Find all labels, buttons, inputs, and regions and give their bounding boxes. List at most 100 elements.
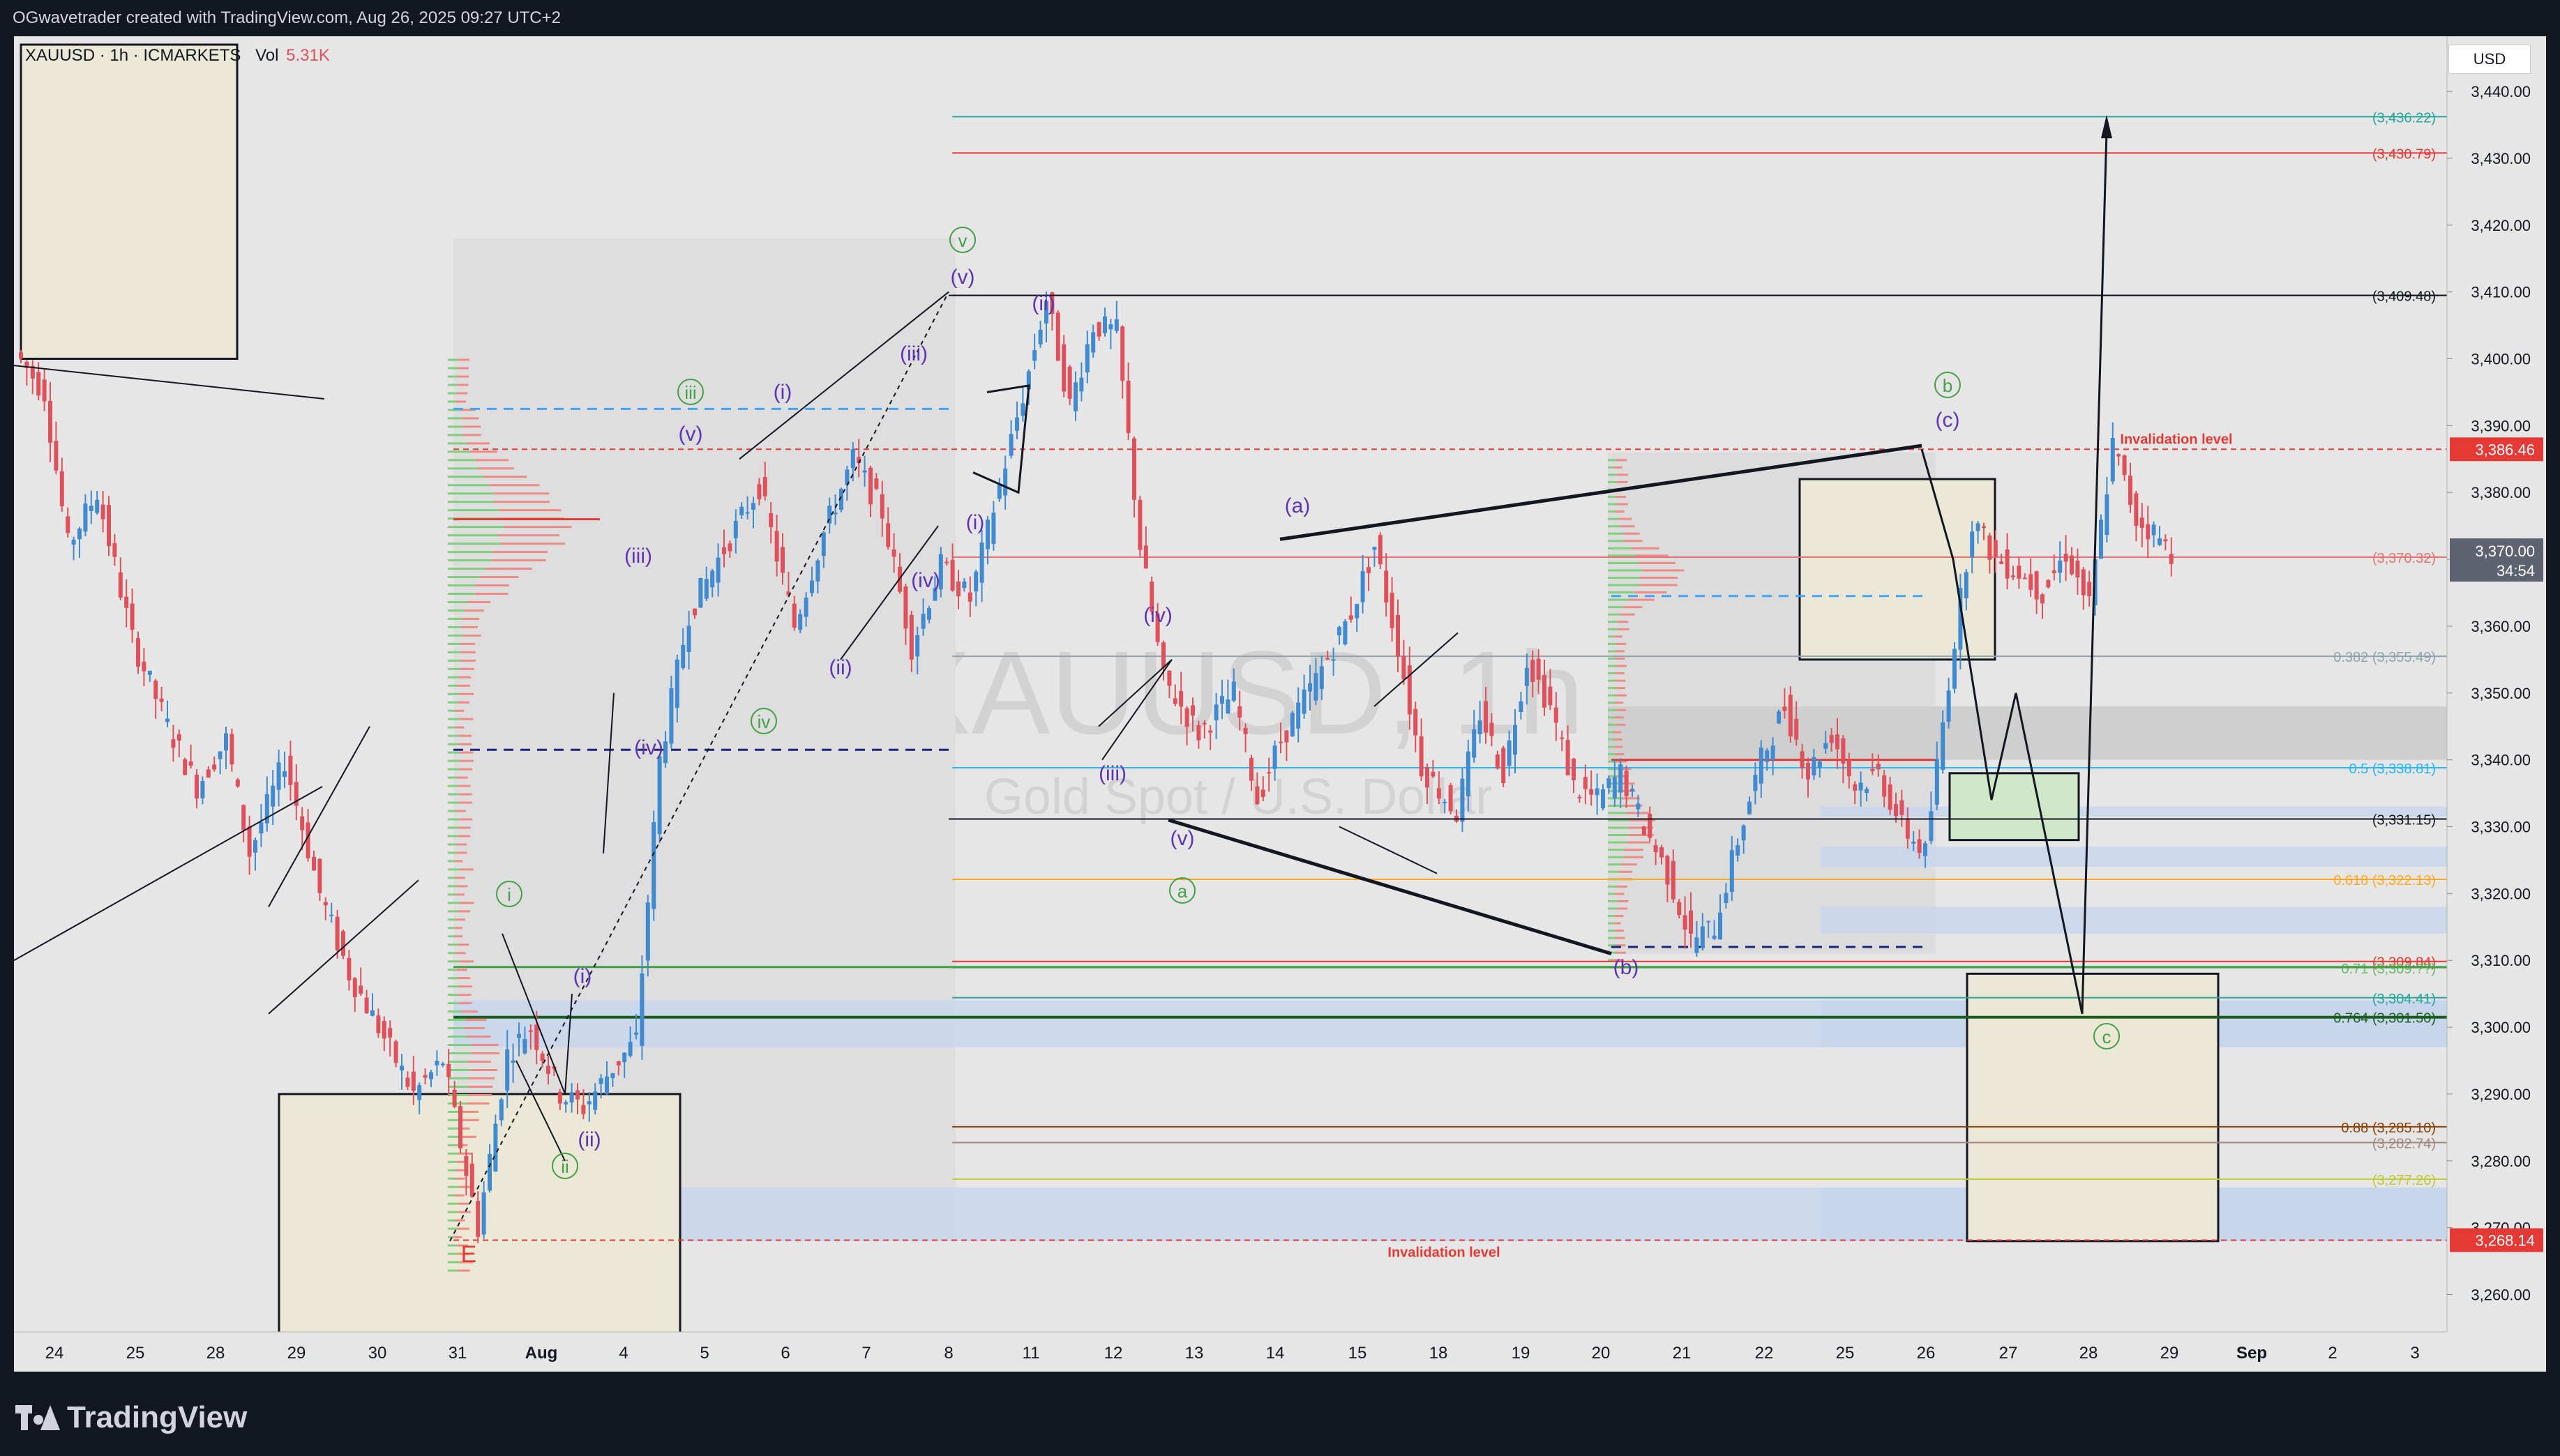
candle-body <box>951 560 955 591</box>
candle-body <box>1794 719 1798 740</box>
volume-profile-bar <box>448 359 458 361</box>
demand-zone <box>1821 907 2447 934</box>
volume-profile-bar <box>448 902 460 904</box>
volume-profile-bar <box>448 643 460 645</box>
price-tick-label: 3,260.00 <box>2471 1286 2531 1303</box>
candle-body <box>1601 789 1605 808</box>
volume-profile-bar <box>1616 724 1625 726</box>
volume-profile-bar <box>456 851 467 854</box>
wave-label-ii: ii <box>561 1156 569 1177</box>
candle-body <box>944 562 949 563</box>
currency-button[interactable]: USD <box>2448 45 2531 74</box>
volume-profile-bar <box>460 693 474 695</box>
volume-profile-bar <box>1620 614 1634 616</box>
candle-body <box>1636 803 1640 809</box>
price-tick-label: 3,290.00 <box>2471 1086 2531 1103</box>
candle-body <box>183 759 187 775</box>
volume-profile-bar <box>458 977 470 979</box>
volume-profile-bar <box>1608 937 1616 939</box>
candle-body <box>441 1063 445 1065</box>
time-tick-label: 4 <box>619 1344 628 1363</box>
volume-profile-bar <box>459 819 472 821</box>
tradingview-logo[interactable]: TradingView <box>15 1400 247 1435</box>
candle-body <box>1899 800 1904 814</box>
time-tick-label: Sep <box>2236 1344 2267 1363</box>
volume-profile-bar <box>1608 621 1617 623</box>
candle-body <box>423 1075 428 1078</box>
volume-profile-bar <box>448 843 456 845</box>
volume-profile-bar <box>465 1019 487 1021</box>
volume-profile-bar <box>1616 952 1626 954</box>
candle-body <box>1349 615 1353 619</box>
candle-body <box>329 915 333 916</box>
candle-body <box>1308 683 1312 692</box>
volume-profile-bar <box>461 1010 478 1013</box>
candle-body <box>365 998 369 1013</box>
volume-profile-bar <box>471 1044 499 1046</box>
price-tick-label: 3,340.00 <box>2471 752 2531 769</box>
time-tick-label: 28 <box>2079 1344 2098 1363</box>
candle-body <box>739 507 744 515</box>
volume-profile-bar <box>448 467 478 469</box>
candle-body <box>2040 594 2045 603</box>
volume-profile-bar <box>448 1253 458 1255</box>
candle-body <box>2123 455 2127 475</box>
candle-body <box>54 441 58 471</box>
candle-body <box>2105 494 2109 535</box>
candle-body <box>1630 789 1634 791</box>
candle-body <box>522 1039 527 1054</box>
volume-profile-bar <box>448 450 470 453</box>
volume-profile-bar <box>1639 562 1676 564</box>
candle-body <box>1724 893 1728 903</box>
chart-frame[interactable]: XAUUSD, 1h Gold Spot / U.S. Dollar (3,436… <box>14 36 2546 1372</box>
candle-body <box>2028 574 2033 590</box>
volume-profile-bar <box>457 885 468 887</box>
candle-body <box>1244 728 1248 734</box>
wave-label-c: c <box>2102 1026 2111 1047</box>
chart-svg: XAUUSD, 1hGold Spot / U.S. Dollar (3,436… <box>14 36 2546 1372</box>
volume-profile-bar <box>448 1153 458 1155</box>
volume-profile-bar <box>448 1220 455 1222</box>
volume-profile-bar <box>1616 709 1626 711</box>
candle-body <box>746 513 750 514</box>
volume-profile-bar <box>455 1178 465 1180</box>
volume-profile-bar <box>459 718 473 720</box>
candle-body <box>1355 604 1359 619</box>
volume-profile-bar <box>1608 923 1613 925</box>
volume-profile-bar <box>448 1203 458 1205</box>
volume-profile-bar <box>1616 937 1625 939</box>
symbol-info[interactable]: XAUUSD · 1h · ICMARKETS Vol 5.31K <box>25 46 330 66</box>
price-tick-label: 3,360.00 <box>2471 618 2531 635</box>
wave-label-sub: (iii) <box>1099 762 1127 785</box>
volume-profile-bar <box>467 1094 492 1096</box>
volume-profile-bar <box>1631 547 1659 549</box>
volume-profile-bar <box>448 442 467 444</box>
candle-body <box>218 752 223 759</box>
candle-body <box>370 1010 375 1016</box>
volume-profile-bar <box>448 960 460 962</box>
volume-profile-bar <box>448 501 494 503</box>
price-tick-label: 3,320.00 <box>2471 885 2531 902</box>
candle-body <box>1865 789 1869 793</box>
volume-profile-bar <box>1608 834 1629 836</box>
volume-profile-bar <box>489 484 539 486</box>
volume-profile-bar <box>458 702 469 704</box>
price-tick-label: 3,300.00 <box>2471 1019 2531 1036</box>
volume-profile-bar <box>475 459 509 461</box>
candle-body <box>687 625 691 652</box>
invalidation-label: Invalidation level <box>1387 1245 1500 1260</box>
volume-profile-bar <box>1617 473 1628 476</box>
candle-body <box>1642 826 1646 835</box>
candle-body <box>1560 738 1564 739</box>
volume-profile-bar <box>1620 525 1634 527</box>
volume-profile-bar <box>448 985 459 987</box>
candle-body <box>628 1042 633 1056</box>
candle-body <box>1929 811 1933 841</box>
candle-body <box>1888 784 1892 810</box>
candle-body <box>124 597 128 608</box>
candle-body <box>1179 691 1183 706</box>
time-tick-label: 3 <box>2410 1344 2419 1363</box>
candle-body <box>716 558 721 583</box>
volume-profile-bar <box>1616 695 1627 697</box>
candle-body <box>1771 745 1775 759</box>
